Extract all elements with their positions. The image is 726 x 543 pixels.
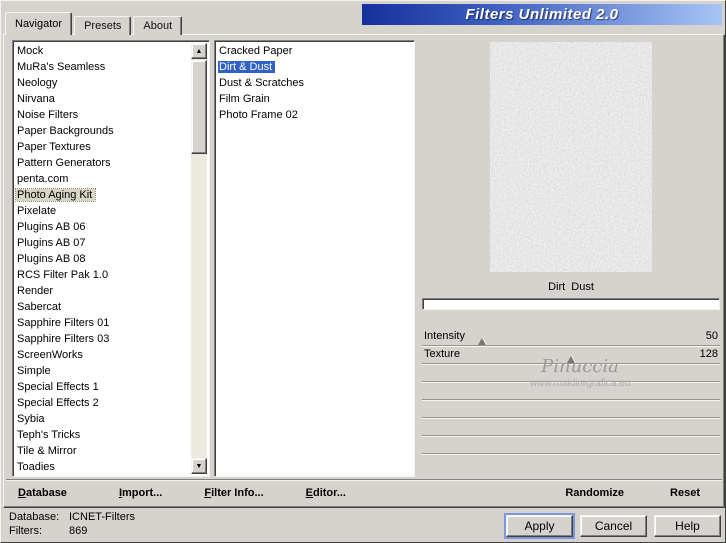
apply-button[interactable]: Apply xyxy=(504,513,575,539)
filter-item[interactable]: Dust & Scratches xyxy=(218,75,411,91)
randomize-button[interactable]: Randomize xyxy=(565,487,624,499)
slider-label: Intensity xyxy=(424,330,465,342)
slider-row-intensity[interactable]: Intensity 50 xyxy=(422,328,720,346)
import-button[interactable]: Import... xyxy=(119,487,162,499)
category-item[interactable]: Teph's Tricks xyxy=(16,427,190,443)
preview-panel: Dirt Dust Intensity 50 Texture 128 Pinuccia… xyxy=(420,40,722,480)
down-arrow-icon: ▼ xyxy=(195,462,203,470)
filter-item[interactable]: Cracked Paper xyxy=(218,43,411,59)
category-scrollbar[interactable]: ▲ ▼ xyxy=(191,43,207,474)
category-item[interactable]: Simple xyxy=(16,363,190,379)
category-item[interactable]: ScreenWorks xyxy=(16,347,190,363)
slider-handle[interactable] xyxy=(567,356,575,363)
status-info: Database: ICNET-Filters Filters: 869 xyxy=(9,510,135,538)
category-item[interactable]: Sybia xyxy=(16,411,190,427)
category-item[interactable]: Nirvana xyxy=(16,91,190,107)
editor-button[interactable]: Editor... xyxy=(306,487,346,499)
filter-list-items: Cracked Paper Dirt & Dust Dust & Scratches… xyxy=(218,43,411,123)
slider-label: Texture xyxy=(424,348,461,360)
slider-row-empty xyxy=(422,364,720,382)
category-item[interactable]: Special Effects 2 xyxy=(16,395,190,411)
filters-unlimited-window: Filters Unlimited 2.0 Navigator Presets … xyxy=(0,0,726,543)
category-list-items: Mock MuRa's Seamless Neology Nirvana Noise F… xyxy=(14,43,190,475)
scroll-up-button[interactable]: ▲ xyxy=(191,43,207,59)
slider-row-empty xyxy=(422,400,720,418)
tab-presets[interactable]: Presets xyxy=(74,16,132,35)
progress-bar xyxy=(422,298,720,310)
slider-row-empty xyxy=(422,382,720,400)
tool-buttons-right: Randomize Reset xyxy=(565,487,722,499)
scroll-down-button[interactable]: ▼ xyxy=(191,458,207,474)
category-item[interactable]: Sapphire Filters 03 xyxy=(16,331,190,347)
preview-image xyxy=(490,42,652,272)
category-item[interactable]: Sabercat xyxy=(16,299,190,315)
category-item[interactable]: Photo Aging Kit xyxy=(14,187,190,203)
slider-value: 50 xyxy=(705,330,718,342)
category-item[interactable]: Plugins AB 07 xyxy=(16,235,190,251)
slider-handle[interactable] xyxy=(477,338,486,345)
tab-strip: Navigator Presets About xyxy=(5,12,184,35)
slider-row-empty xyxy=(422,436,720,454)
help-button[interactable]: Help xyxy=(654,515,721,537)
filter-item[interactable]: Film Grain xyxy=(218,91,411,107)
category-item[interactable]: Mock xyxy=(16,43,190,59)
category-item[interactable]: Paper Backgrounds xyxy=(16,123,190,139)
slider-value: 128 xyxy=(699,348,718,360)
category-item[interactable]: Plugins AB 08 xyxy=(16,251,190,267)
database-button[interactable]: Database xyxy=(18,487,67,499)
category-item[interactable]: Noise Filters xyxy=(16,107,190,123)
filters-count-label: Filters: xyxy=(9,525,42,537)
database-value: ICNET-Filters xyxy=(69,511,135,523)
reset-button[interactable]: Reset xyxy=(670,487,700,499)
window-title: Filters Unlimited 2.0 xyxy=(465,6,619,23)
category-list[interactable]: Mock MuRa's Seamless Neology Nirvana Noise F… xyxy=(12,40,210,477)
filter-info-button[interactable]: Filter Info... xyxy=(204,487,263,499)
tab-navigator[interactable]: Navigator xyxy=(5,12,73,35)
category-item[interactable]: Pixelate xyxy=(16,203,190,219)
tool-row: Database Import... Filter Info... Editor...… xyxy=(6,479,722,505)
filters-count-value: 869 xyxy=(69,525,88,537)
category-item[interactable]: Paper Textures xyxy=(16,139,190,155)
category-item[interactable]: Sapphire Filters 01 xyxy=(16,315,190,331)
category-item[interactable]: RCS Filter Pak 1.0 xyxy=(16,267,190,283)
category-item[interactable]: Tile & Mirror xyxy=(16,443,190,459)
database-label: Database: xyxy=(9,511,60,523)
category-item[interactable]: penta.com xyxy=(16,171,190,187)
slider-row-texture[interactable]: Texture 128 xyxy=(422,346,720,364)
preview-caption: Dirt Dust xyxy=(548,281,594,293)
category-item[interactable]: Render xyxy=(16,283,190,299)
slider-controls: Intensity 50 Texture 128 xyxy=(422,328,720,454)
navigator-page: Mock MuRa's Seamless Neology Nirvana Noise F… xyxy=(3,34,725,508)
scrollbar-thumb[interactable] xyxy=(191,60,207,154)
tool-buttons-left: Database Import... Filter Info... Editor... xyxy=(6,487,346,499)
up-arrow-icon: ▲ xyxy=(195,47,203,55)
category-item[interactable]: Neology xyxy=(16,75,190,91)
category-item[interactable]: MuRa's Seamless xyxy=(16,59,190,75)
dialog-buttons: Apply Cancel Help xyxy=(504,513,721,539)
category-item[interactable]: Special Effects 1 xyxy=(16,379,190,395)
cancel-button[interactable]: Cancel xyxy=(580,515,647,537)
category-item[interactable]: Plugins AB 06 xyxy=(16,219,190,235)
filter-list[interactable]: Cracked Paper Dirt & Dust Dust & Scratches… xyxy=(214,40,415,477)
filter-item[interactable]: Dirt & Dust xyxy=(218,59,411,75)
filter-item[interactable]: Photo Frame 02 xyxy=(218,107,411,123)
window-titlebar: Filters Unlimited 2.0 xyxy=(362,4,722,25)
category-item[interactable]: Toadies xyxy=(16,459,190,475)
category-item[interactable]: Pattern Generators xyxy=(16,155,190,171)
tab-about[interactable]: About xyxy=(133,16,183,35)
status-bar: Database: ICNET-Filters Filters: 869 App… xyxy=(1,506,725,542)
slider-row-empty xyxy=(422,418,720,436)
